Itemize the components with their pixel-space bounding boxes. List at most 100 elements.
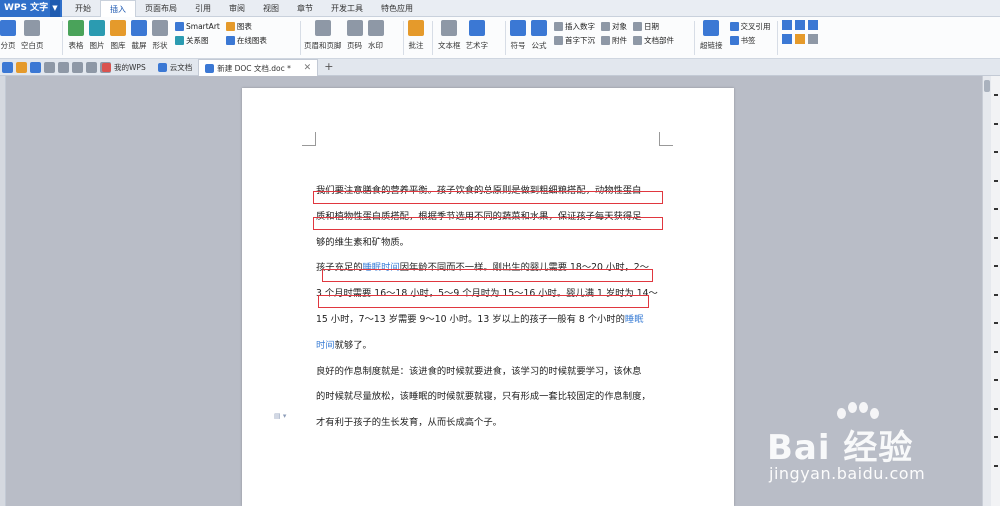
save-icon[interactable]: [30, 62, 41, 73]
open-folder-icon[interactable]: [16, 62, 27, 73]
cloud-icon: [157, 63, 167, 72]
doc-tab-active[interactable]: 新建 DOC 文档.doc * ✕: [198, 59, 319, 76]
tab-review[interactable]: 审阅: [220, 0, 254, 17]
cross-ref-label: 交叉引用: [740, 21, 771, 31]
relation-chart-label: 关系图: [186, 35, 209, 45]
date-button[interactable]: 日期: [633, 20, 674, 32]
symbol-button[interactable]: 符号: [510, 20, 526, 51]
page-break-button[interactable]: 分页: [0, 20, 16, 51]
chevron-down-icon[interactable]: ▼: [50, 0, 60, 17]
gallery-icon: [110, 20, 126, 36]
hyperlink-button[interactable]: 超链接: [700, 20, 723, 51]
form-textbox-icon[interactable]: [782, 20, 792, 30]
tab-page-layout[interactable]: 页面布局: [136, 0, 186, 17]
form-checkbox-icon[interactable]: [795, 20, 805, 30]
picture-label: 图片: [89, 41, 105, 50]
tab-view[interactable]: 视图: [254, 0, 288, 17]
scrollbar-thumb[interactable]: [984, 80, 990, 92]
object-label: 对象: [612, 21, 627, 31]
page-break-icon: [0, 20, 16, 36]
header-footer-icon: [314, 20, 331, 36]
cross-ref-button[interactable]: 交叉引用: [729, 20, 771, 32]
table-icon: [68, 20, 84, 36]
hyperlink-label: 超链接: [700, 41, 723, 50]
shapes-icon: [152, 20, 168, 36]
close-icon[interactable]: ✕: [304, 63, 312, 73]
doc-tab-cloud[interactable]: 云文档: [152, 59, 199, 76]
tab-insert[interactable]: 插入: [100, 0, 136, 18]
comment-button[interactable]: 批注: [408, 20, 424, 51]
keyword-link[interactable]: 时间: [316, 340, 335, 351]
insert-number-button[interactable]: 插入数字: [554, 20, 595, 32]
drop-cap-button[interactable]: 首字下沉: [554, 34, 595, 46]
watermark-button[interactable]: 水印: [367, 20, 384, 51]
table-button[interactable]: 表格: [68, 20, 84, 51]
blank-page-button[interactable]: 空白页: [21, 20, 44, 51]
doc-tab-label: 云文档: [169, 63, 193, 72]
online-chart-button[interactable]: 在线图表: [225, 34, 267, 46]
textbox-icon: [441, 20, 458, 36]
lock-icon[interactable]: [808, 34, 818, 44]
paragraph-layout-icon[interactable]: ▤ ▾: [274, 412, 294, 422]
app-name: WPS 文字: [4, 3, 49, 13]
wordart-label: 艺术字: [465, 41, 489, 50]
picture-icon: [89, 20, 105, 36]
export-pdf-icon[interactable]: [44, 62, 55, 73]
app-menu-button[interactable]: WPS 文字 ▼: [0, 0, 62, 17]
symbol-label: 符号: [510, 41, 526, 50]
document-page[interactable]: 我们要注意膳食的营养平衡。孩子饮食的总原则是做到粗细粮搭配，动物性蛋白 质和植物…: [242, 88, 734, 506]
header-footer-label: 页眉和页脚: [304, 41, 342, 50]
design-mode-icon[interactable]: [782, 34, 792, 44]
form-dropdown-icon[interactable]: [808, 20, 818, 30]
properties-icon[interactable]: [795, 34, 805, 44]
keyword-link[interactable]: 睡眠: [625, 314, 644, 325]
gallery-button[interactable]: 图库: [110, 20, 126, 51]
attachment-icon: [601, 35, 610, 45]
smartart-button[interactable]: SmartArt: [175, 20, 220, 32]
page-number-button[interactable]: 页码: [346, 20, 363, 51]
text-line: 时间就够了。: [316, 333, 662, 359]
formula-label: 公式: [531, 41, 547, 50]
doc-parts-label: 文档部件: [644, 35, 674, 45]
wordart-button[interactable]: 艺术字: [465, 20, 489, 51]
header-footer-button[interactable]: 页眉和页脚: [304, 20, 342, 51]
chart-icon: [225, 21, 235, 31]
tab-home[interactable]: 开始: [66, 0, 100, 17]
date-label: 日期: [644, 21, 659, 31]
formula-button[interactable]: 公式: [531, 20, 547, 51]
tab-features[interactable]: 特色应用: [372, 0, 422, 17]
textbox-label: 文本框: [438, 41, 461, 50]
relation-chart-button[interactable]: 关系图: [175, 34, 220, 46]
picture-button[interactable]: 图片: [89, 20, 105, 51]
blank-page-label: 空白页: [21, 41, 44, 50]
add-tab-button[interactable]: +: [318, 59, 339, 76]
shapes-button[interactable]: 形状: [152, 20, 168, 51]
doc-parts-button[interactable]: 文档部件: [633, 34, 674, 46]
new-file-icon[interactable]: [2, 62, 13, 73]
screenshot-button[interactable]: 截屏: [131, 20, 147, 51]
online-chart-label: 在线图表: [236, 35, 267, 45]
gallery-label: 图库: [110, 41, 126, 50]
smartart-icon: [175, 21, 184, 31]
screenshot-label: 截屏: [131, 41, 147, 50]
wordart-icon: [468, 20, 485, 36]
doc-tab-my-wps[interactable]: 我的WPS: [96, 59, 152, 76]
print-icon[interactable]: [58, 62, 69, 73]
page-number-icon: [346, 20, 363, 36]
tab-references[interactable]: 引用: [186, 0, 220, 17]
object-button[interactable]: 对象: [601, 20, 627, 32]
textbox-button[interactable]: 文本框: [438, 20, 461, 51]
tab-developer[interactable]: 开发工具: [322, 0, 372, 17]
text-line: 才有利于孩子的生长发育，从而长成高个子。: [316, 417, 502, 429]
chart-button[interactable]: 图表: [225, 20, 267, 32]
attachment-button[interactable]: 附件: [601, 34, 627, 46]
doc-tabs: 我的WPS 云文档 新建 DOC 文档.doc * ✕ +: [96, 59, 339, 76]
insert-number-label: 插入数字: [565, 21, 595, 31]
tab-sections[interactable]: 章节: [288, 0, 322, 17]
bookmark-button[interactable]: 书签: [729, 34, 771, 46]
doc-parts-icon: [633, 35, 642, 45]
bookmark-label: 书签: [740, 35, 756, 45]
print-preview-icon[interactable]: [72, 62, 83, 73]
text-line: 够的维生素和矿物质。: [316, 236, 409, 248]
watermark-brand: Bai 经验: [767, 428, 914, 468]
